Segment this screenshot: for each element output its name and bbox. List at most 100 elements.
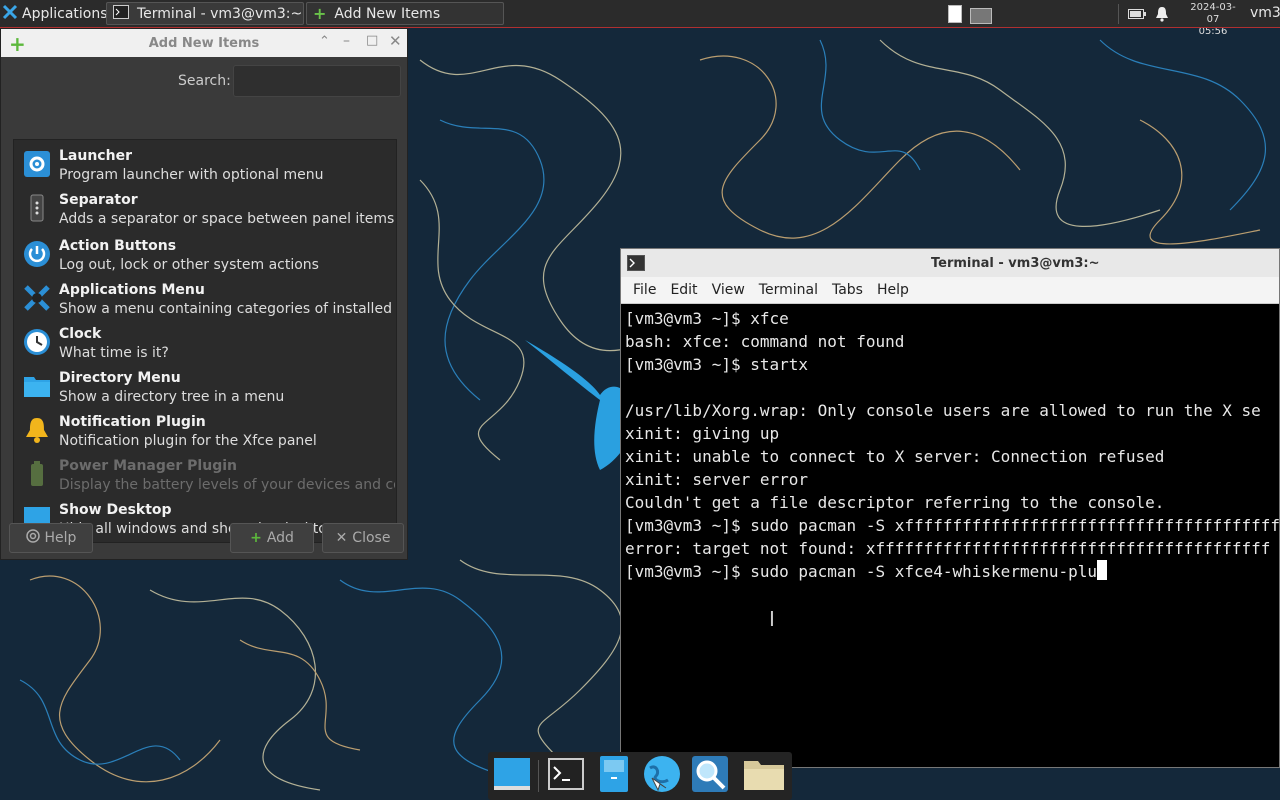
menu-file[interactable]: File — [633, 282, 656, 298]
text-cursor — [1097, 560, 1108, 580]
workspace-1[interactable] — [948, 4, 962, 23]
dock-file-manager[interactable] — [594, 756, 634, 796]
desktop-icon — [493, 756, 531, 796]
terminal-line: [vm3@vm3 ~]$ xfce — [625, 309, 789, 328]
file-manager-icon — [598, 755, 630, 797]
dialog-titlebar[interactable]: + Add New Items ⌃ – □ ✕ — [1, 29, 407, 57]
workspace-2[interactable] — [970, 7, 992, 24]
list-item-power-manager-plugin[interactable]: Power Manager Plugin Display the battery… — [14, 454, 396, 498]
search-label: Search: — [178, 73, 231, 89]
dock-app-finder[interactable] — [690, 756, 730, 796]
xfce-icon — [23, 284, 51, 312]
item-desc: Show a directory tree in a menu — [59, 389, 285, 405]
terminal-output[interactable]: [vm3@vm3 ~]$ xfce bash: xfce: command not… — [625, 307, 1280, 583]
list-item-launcher[interactable]: Launcher Program launcher with optional … — [14, 144, 396, 188]
search-input[interactable] — [233, 65, 401, 97]
panel-clock[interactable]: 2024-03-07 05:56 — [1184, 2, 1242, 38]
battery-icon[interactable] — [1128, 0, 1146, 27]
web-browser-icon — [642, 754, 682, 798]
item-desc: Display the battery levels of your devic… — [59, 477, 395, 493]
user-menu[interactable]: vm3 — [1250, 5, 1280, 21]
close-window-button[interactable]: ✕ — [389, 32, 402, 50]
terminal-line: [vm3@vm3 ~]$ startx — [625, 355, 809, 374]
list-item-clock[interactable]: Clock What time is it? — [14, 322, 396, 366]
item-desc: Log out, lock or other system actions — [59, 257, 319, 273]
item-desc: Adds a separator or space between panel … — [59, 211, 395, 227]
terminal-window: Terminal - vm3@vm3:~ File Edit View Term… — [620, 248, 1280, 768]
item-name: Clock — [59, 326, 102, 342]
close-label: Close — [352, 530, 391, 546]
minimize-button[interactable]: – — [343, 33, 350, 49]
bottom-dock — [488, 752, 792, 800]
bell-icon[interactable] — [1155, 0, 1169, 27]
ibeam-cursor-icon: I — [769, 607, 775, 631]
terminal-line: xinit: server error — [625, 470, 809, 489]
xfce-icon — [2, 4, 18, 24]
workspace-switcher[interactable] — [948, 0, 992, 27]
launcher-icon — [23, 150, 51, 178]
battery-icon — [23, 460, 51, 488]
top-panel: Applications ⁞ Terminal - vm3@vm3:~ + Ad… — [0, 0, 1280, 37]
list-item-directory-menu[interactable]: Directory Menu Show a directory tree in … — [14, 366, 396, 410]
item-desc: Show a menu containing categories of ins… — [59, 301, 395, 317]
item-name: Directory Menu — [59, 370, 181, 386]
terminal-icon — [113, 4, 129, 24]
maximize-button[interactable]: □ — [366, 33, 378, 48]
menu-terminal[interactable]: Terminal — [759, 282, 818, 298]
item-name: Applications Menu — [59, 282, 205, 298]
menu-help[interactable]: Help — [877, 282, 909, 298]
help-icon — [25, 529, 40, 547]
dock-terminal[interactable] — [546, 756, 586, 796]
item-name: Show Desktop — [59, 502, 172, 518]
power-icon — [23, 240, 51, 268]
applications-menu-button[interactable]: Applications ⁞ — [2, 0, 116, 27]
item-name: Power Manager Plugin — [59, 458, 237, 474]
plus-icon: + — [313, 4, 327, 23]
list-item-notification-plugin[interactable]: Notification Plugin Notification plugin … — [14, 410, 396, 454]
list-item-separator[interactable]: Separator Adds a separator or space betw… — [14, 188, 396, 232]
terminal-titlebar[interactable]: Terminal - vm3@vm3:~ — [621, 249, 1279, 277]
bell-icon — [23, 416, 51, 444]
dock-home-folder[interactable] — [744, 756, 784, 796]
item-desc: What time is it? — [59, 345, 169, 361]
terminal-line: bash: xfce: command not found — [625, 332, 905, 351]
item-name: Launcher — [59, 148, 132, 164]
clock-icon — [23, 328, 51, 356]
separator-icon — [23, 194, 51, 222]
taskbar-terminal-label: Terminal - vm3@vm3:~ — [137, 5, 303, 22]
menu-edit[interactable]: Edit — [670, 282, 697, 298]
add-label: Add — [266, 530, 294, 546]
terminal-icon — [627, 255, 645, 275]
add-button[interactable]: + Add — [230, 523, 314, 553]
help-button[interactable]: Help — [9, 523, 93, 553]
terminal-line: Couldn't get a file descriptor referring… — [625, 493, 1165, 512]
terminal-prompt-line: [vm3@vm3 ~]$ sudo pacman -S xfce4-whiske… — [625, 560, 1279, 583]
menu-tabs[interactable]: Tabs — [832, 282, 863, 298]
clock-date: 2024-03-07 — [1190, 2, 1236, 25]
terminal-line: [vm3@vm3 ~]$ sudo pacman -S xfffffffffff… — [625, 516, 1280, 535]
item-name: Separator — [59, 192, 138, 208]
help-label: Help — [44, 530, 77, 546]
taskbar-terminal[interactable]: Terminal - vm3@vm3:~ — [106, 2, 304, 25]
item-desc: Notification plugin for the Xfce panel — [59, 433, 317, 449]
terminal-line: xinit: unable to connect to X server: Co… — [625, 447, 1165, 466]
terminal-line: error: target not found: xffffffffffffff… — [625, 539, 1271, 558]
shade-button[interactable]: ⌃ — [319, 34, 330, 49]
list-item-applications-menu[interactable]: Applications Menu Show a menu containing… — [14, 278, 396, 322]
terminal-line: /usr/lib/Xorg.wrap: Only console users a… — [625, 401, 1261, 420]
menu-view[interactable]: View — [712, 282, 745, 298]
home-folder-icon — [743, 757, 785, 795]
plus-icon: + — [250, 530, 262, 546]
item-desc: Program launcher with optional menu — [59, 167, 324, 183]
folder-icon — [23, 372, 51, 400]
close-button[interactable]: ✕ Close — [322, 523, 404, 553]
dock-web-browser[interactable] — [642, 756, 682, 796]
dialog-body: Search: Launcher Program launcher with o… — [5, 59, 404, 557]
taskbar-add-items-label: Add New Items — [334, 5, 441, 22]
terminal-line: xinit: giving up — [625, 424, 780, 443]
terminal-current-input: [vm3@vm3 ~]$ sudo pacman -S xfce4-whiske… — [625, 562, 1098, 581]
dock-show-desktop[interactable] — [492, 756, 532, 796]
taskbar-add-new-items[interactable]: + Add New Items — [306, 2, 504, 25]
list-item-action-buttons[interactable]: Action Buttons Log out, lock or other sy… — [14, 234, 396, 278]
terminal-icon — [548, 758, 584, 794]
